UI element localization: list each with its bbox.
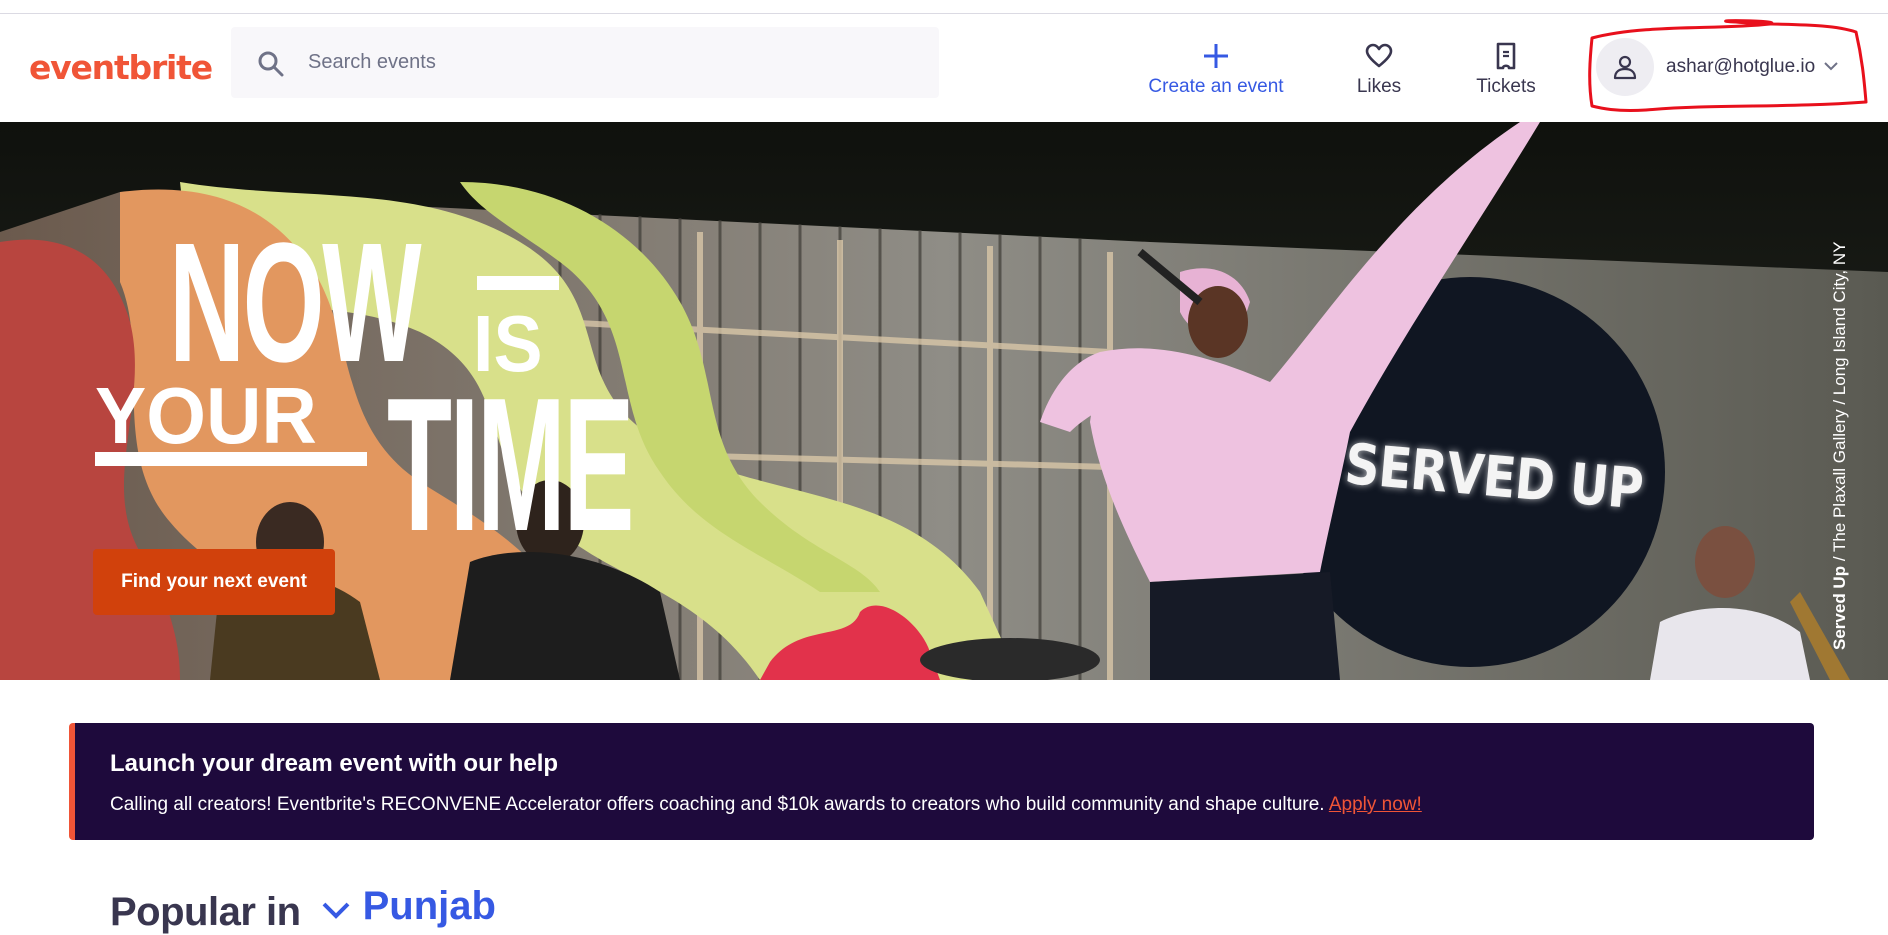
hero-headline: NOW IS YOUR TIME (95, 218, 695, 578)
headline-your: YOUR (95, 371, 317, 460)
search-placeholder: Search events (308, 51, 436, 73)
promo-title: Launch your dream event with our help (110, 750, 559, 777)
search-icon (258, 51, 284, 77)
promo-banner: Launch your dream event with our help Ca… (69, 723, 1814, 840)
headline-is-bar (477, 276, 559, 290)
site-header: eventbrite Search events Create an event… (0, 14, 1888, 122)
hero-banner: SERVED UP NOW IS YOUR TIME Find your nex… (0, 122, 1888, 680)
headline-time: TIME (387, 359, 634, 571)
find-event-button[interactable]: Find your next event (93, 549, 335, 615)
create-event-link[interactable]: Create an event (1142, 40, 1290, 100)
headline-your-bar (95, 452, 367, 466)
ticket-icon (1495, 40, 1517, 72)
search-input[interactable]: Search events (231, 27, 939, 98)
popular-label: Popular in (110, 890, 301, 934)
popular-section-heading: Popular in Punjab (110, 884, 496, 934)
photo-credit: Served Up / The Plaxall Gallery / Long I… (1830, 220, 1850, 651)
promo-body: Calling all creators! Eventbrite's RECON… (110, 794, 1422, 816)
create-event-label: Create an event (1148, 76, 1284, 97)
photo-credit-event: Served Up (1830, 565, 1849, 650)
headline-now: NOW (169, 208, 422, 398)
account-menu[interactable]: ashar@hotglue.io (1596, 37, 1870, 97)
chevron-down-icon[interactable] (321, 900, 351, 925)
location-selector[interactable]: Punjab (363, 884, 496, 929)
heart-icon (1365, 40, 1393, 72)
likes-label: Likes (1356, 76, 1402, 97)
browser-top-edge (0, 0, 1888, 14)
user-icon (1596, 38, 1654, 96)
photo-credit-venue: / The Plaxall Gallery / Long Island City… (1830, 241, 1849, 566)
apply-now-link[interactable]: Apply now! (1329, 794, 1422, 815)
chevron-down-icon (1823, 58, 1839, 76)
plus-icon (1202, 40, 1230, 72)
tickets-link[interactable]: Tickets (1466, 40, 1546, 100)
tickets-label: Tickets (1476, 76, 1536, 97)
likes-link[interactable]: Likes (1350, 40, 1408, 100)
account-email: ashar@hotglue.io (1666, 56, 1816, 77)
eventbrite-logo[interactable]: eventbrite (29, 48, 213, 87)
promo-text: Calling all creators! Eventbrite's RECON… (110, 794, 1329, 815)
